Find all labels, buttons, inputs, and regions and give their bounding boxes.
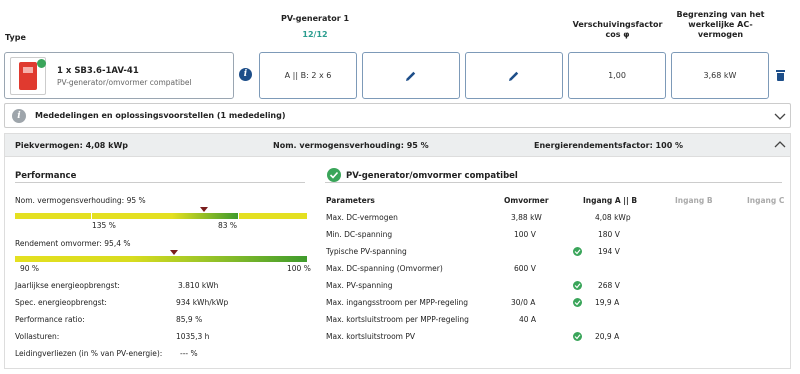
check-icon <box>573 332 582 341</box>
ac-limit-label-3: vermogen <box>697 30 744 39</box>
param-label: Max. kortsluitstroom per MPP-regeling <box>326 315 469 324</box>
input-ab-value: 194 V <box>598 247 620 256</box>
efficiency-label: Rendement omvormer: 95,4 % <box>15 239 131 248</box>
string-config-value: A || B: 2 x 6 <box>284 71 332 80</box>
pencil-icon <box>406 71 416 81</box>
inverter-name: 1 x SB3.6-1AV-41 <box>57 66 139 76</box>
input-ab-value: 180 V <box>598 230 620 239</box>
nominal-bar-left-label: 135 % <box>92 221 116 230</box>
param-label: Max. PV-spanning <box>326 281 393 290</box>
param-label: Typische PV-spanning <box>326 247 407 256</box>
inverter-value: 600 V <box>514 264 536 273</box>
messages-bar[interactable]: i Mededelingen en oplossingsvoorstellen … <box>4 103 791 128</box>
performance-ratio-value: 85,9 % <box>176 315 203 324</box>
input-ab-value: 4,08 kWp <box>595 213 631 222</box>
nominal-bar-right-label: 83 % <box>218 221 238 230</box>
performance-divider <box>15 182 305 183</box>
annual-yield-label: Jaarlijkse energieopbrengst: <box>15 281 120 290</box>
line-losses-value: --- % <box>180 349 198 358</box>
input-ab-value: 268 V <box>598 281 620 290</box>
spec-yield-label: Spec. energieopbrengst: <box>15 298 107 307</box>
peak-power: Piekvermogen: 4,08 kWp <box>15 141 128 150</box>
edit-pv-module-button[interactable] <box>362 52 460 99</box>
param-label: Max. kortsluitstroom PV <box>326 332 416 341</box>
compat-title: PV-generator/omvormer compatibel <box>346 171 518 181</box>
inverter-value: 40 A <box>519 315 537 324</box>
ac-limit-input[interactable]: 3,68 kW <box>671 52 769 99</box>
inverter-status: PV-generator/omvormer compatibel <box>57 78 192 87</box>
param-label: Min. DC-spanning <box>326 230 393 239</box>
param-label: Max. DC-spanning (Omvormer) <box>326 264 443 273</box>
param-label: Max. DC-vermogen <box>326 213 398 222</box>
inverter-card[interactable]: 1 x SB3.6-1AV-41 PV-generator/omvormer c… <box>4 52 234 99</box>
input-ab-value: 19,9 A <box>595 298 620 307</box>
pv-generator-header: PV-generator 1 12/12 <box>240 14 390 40</box>
cos-phi-label: cos φ <box>605 30 630 39</box>
pencil-icon <box>509 71 519 81</box>
efficiency-bar <box>15 256 307 262</box>
efficiency-bar-right-label: 100 % <box>287 264 311 273</box>
ac-limit-label-1: Begrenzing van het <box>676 10 765 19</box>
pv-generator-count: 12/12 <box>302 30 328 39</box>
nominal-ratio-bar <box>15 213 307 219</box>
shift-factor-label: Verschuivingsfactor <box>572 20 663 29</box>
col-input-ab: Ingang A || B <box>583 196 638 205</box>
col-parameters: Parameters <box>326 196 375 205</box>
param-label: Max. ingangsstroom per MPP-regeling <box>326 298 469 307</box>
compat-ok-icon <box>327 168 341 182</box>
check-icon <box>573 281 582 290</box>
col-inverter: Omvormer <box>504 196 549 205</box>
ac-limit-header: Begrenzing van het werkelijke AC- vermog… <box>668 10 773 40</box>
type-header: Type <box>5 33 26 42</box>
inverter-value: 100 V <box>514 230 536 239</box>
info-icon[interactable]: i <box>239 68 252 81</box>
nominal-ratio-summary: Nom. vermogensverhouding: 95 % <box>273 141 429 150</box>
check-icon <box>573 247 582 256</box>
efficiency-bar-left-label: 90 % <box>20 264 40 273</box>
ac-limit-label-2: werkelijke AC- <box>688 20 753 29</box>
input-ab-value: 20,9 A <box>595 332 620 341</box>
performance-ratio-label: Performance ratio: <box>15 315 85 324</box>
inverter-value: 3,88 kW <box>511 213 542 222</box>
compat-divider <box>325 182 782 183</box>
efficiency-marker-icon <box>170 250 178 255</box>
inverter-image-icon <box>10 57 46 95</box>
col-input-b: Ingang B <box>675 196 713 205</box>
line-losses-label: Leidingverliezen (in % van PV-energie): <box>15 349 163 358</box>
edit-cable-button[interactable] <box>465 52 563 99</box>
info-gray-icon: i <box>12 109 26 123</box>
inverter-ok-icon <box>37 59 46 68</box>
nominal-ratio-marker-icon <box>200 207 208 212</box>
pv-generator-label: PV-generator 1 <box>280 14 350 23</box>
chevron-down-icon <box>774 113 786 120</box>
full-load-hours-value: 1035,3 h <box>176 332 210 341</box>
messages-label: Mededelingen en oplossingsvoorstellen (1… <box>35 111 286 120</box>
full-load-hours-label: Vollasturen: <box>15 332 60 341</box>
string-config-button[interactable]: A || B: 2 x 6 <box>259 52 357 99</box>
energy-factor: Energierendementsfactor: 100 % <box>534 141 684 150</box>
chevron-up-icon <box>774 141 786 148</box>
trash-icon[interactable] <box>776 70 785 81</box>
shift-factor-header: Verschuivingsfactor cos φ <box>565 20 670 40</box>
check-icon <box>573 298 582 307</box>
cos-phi-input[interactable]: 1,00 <box>568 52 666 99</box>
col-input-c: Ingang C <box>747 196 785 205</box>
summary-bar[interactable]: Piekvermogen: 4,08 kWp Nom. vermogensver… <box>4 133 791 157</box>
annual-yield-value: 3.810 kWh <box>178 281 219 290</box>
nominal-ratio-label: Nom. vermogensverhouding: 95 % <box>15 196 146 205</box>
performance-title: Performance <box>15 171 77 181</box>
ac-limit-value: 3,68 kW <box>703 71 737 80</box>
spec-yield-value: 934 kWh/kWp <box>176 298 229 307</box>
cos-phi-value: 1,00 <box>608 71 626 80</box>
inverter-value: 30/0 A <box>511 298 536 307</box>
